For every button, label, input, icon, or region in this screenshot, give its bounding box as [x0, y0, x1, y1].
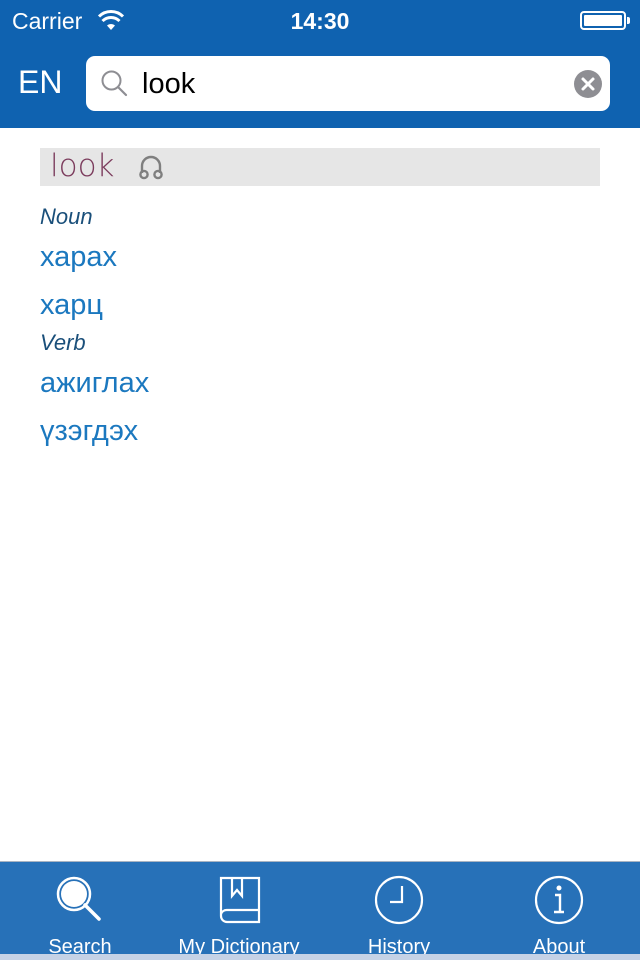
search-input[interactable]: [142, 64, 562, 104]
part-of-speech-verb: Verb: [40, 330, 86, 355]
headword: look: [50, 148, 115, 184]
status-time: 14:30: [290, 8, 350, 34]
status-bar: Carrier 14:30: [0, 0, 640, 40]
search-icon: [101, 70, 128, 97]
tab-bar: Search My Dictionary History About: [0, 861, 640, 960]
headword-bar: look: [40, 148, 600, 186]
search-icon: [56, 876, 101, 921]
clock-icon: [374, 875, 424, 925]
language-toggle[interactable]: EN: [18, 64, 62, 101]
tab-history[interactable]: History: [319, 862, 479, 960]
close-icon: [581, 77, 595, 91]
book-bookmark-icon: [219, 876, 261, 924]
battery-icon: [580, 11, 626, 30]
tab-my-dictionary[interactable]: My Dictionary: [159, 862, 319, 960]
home-indicator-strip: [0, 954, 640, 960]
entry-content: look Noun харах харц Verb ажиглах үзэгдэ…: [40, 148, 600, 448]
translation-item[interactable]: харц: [40, 288, 600, 322]
info-icon: [534, 875, 584, 925]
translation-item[interactable]: үзэгдэх: [40, 414, 600, 448]
battery-tip: [627, 17, 630, 24]
search-box[interactable]: [86, 56, 610, 111]
translation-item[interactable]: харах: [40, 240, 600, 274]
headphones-icon[interactable]: [137, 153, 165, 181]
tab-about[interactable]: About: [479, 862, 639, 960]
tab-search[interactable]: Search: [0, 862, 160, 960]
translation-item[interactable]: ажиглах: [40, 366, 600, 400]
clear-search-button[interactable]: [574, 70, 602, 98]
header: Carrier 14:30 EN: [0, 0, 640, 128]
part-of-speech-noun: Noun: [40, 204, 93, 229]
